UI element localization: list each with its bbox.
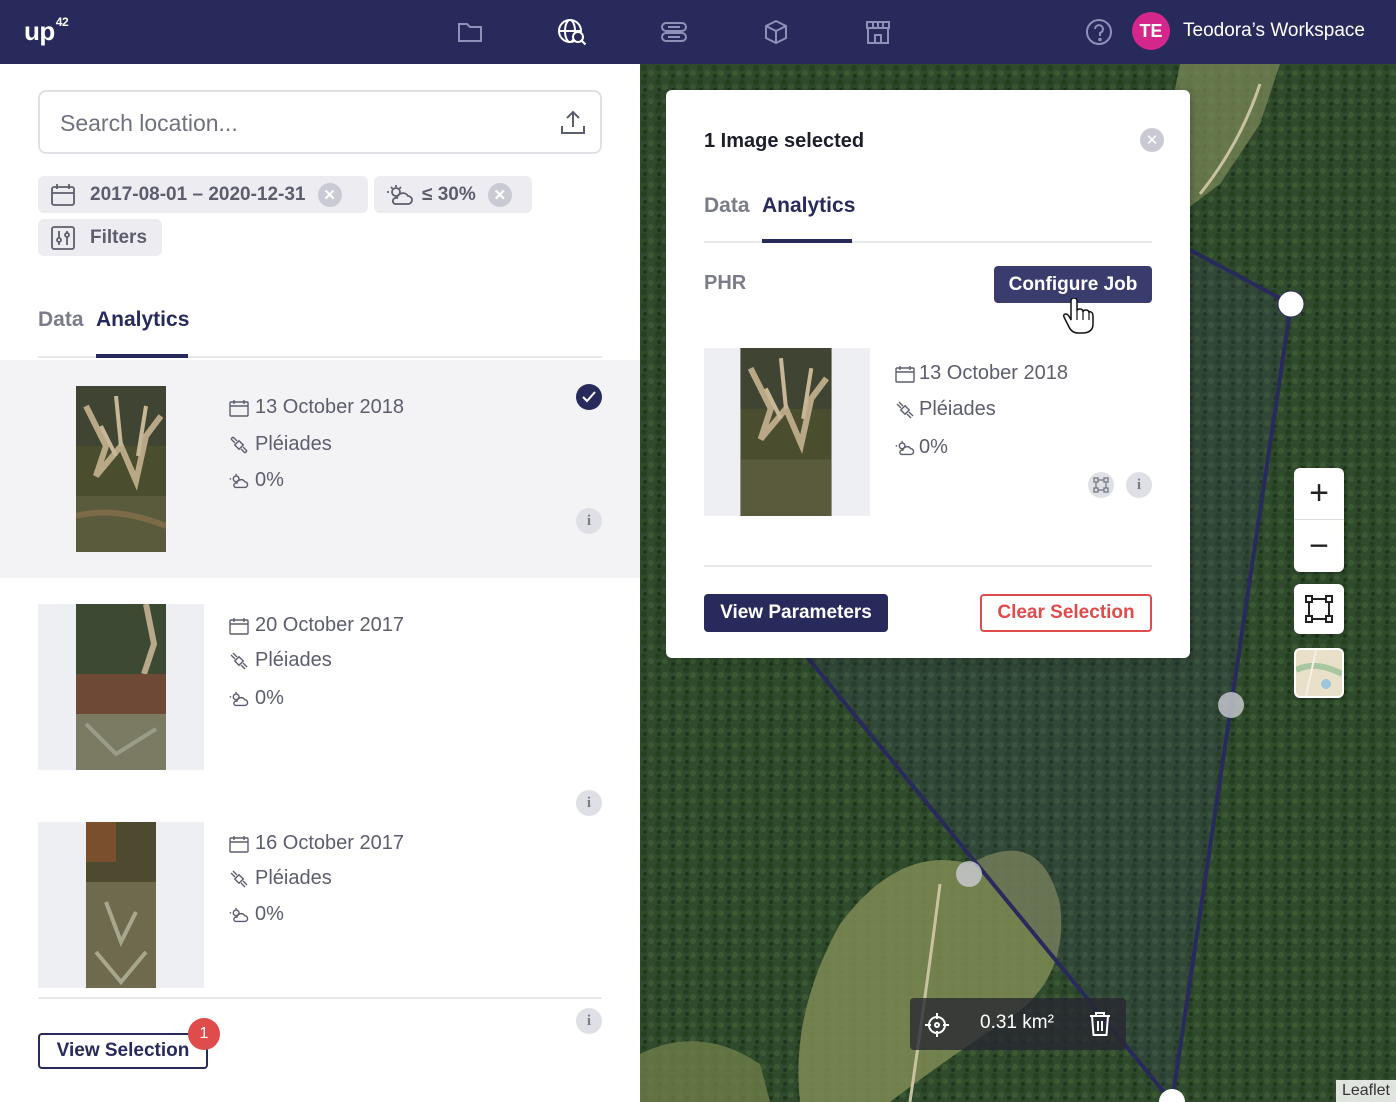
help-icon[interactable]: [1084, 17, 1114, 47]
folder-icon[interactable]: [454, 16, 486, 48]
popup-tab-analytics[interactable]: Analytics: [762, 194, 855, 218]
result-card[interactable]: 16 October 2017 Pléiades 0% i: [0, 796, 640, 1034]
date-range-value: 2017-08-01 – 2020-12-31: [90, 183, 306, 205]
top-navigation: up42 TE Teodora’s Workspace: [0, 0, 1396, 64]
draw-rectangle-icon[interactable]: [1294, 584, 1344, 634]
image-cloud-cover: 0%: [229, 903, 284, 926]
popup-title: 1 Image selected: [704, 130, 865, 152]
image-date: 16 October 2017: [229, 832, 404, 855]
search-input[interactable]: [60, 106, 540, 140]
crosshair-icon[interactable]: [924, 1012, 950, 1044]
up42-logo[interactable]: up42: [24, 15, 69, 47]
search-box: [38, 90, 602, 154]
calendar-icon: [229, 399, 249, 417]
date-range-chip[interactable]: 2017-08-01 – 2020-12-31 ✕: [38, 176, 368, 213]
image-sensor: Pléiades: [229, 867, 332, 890]
popup-tab-data[interactable]: Data: [704, 194, 750, 218]
sliders-icon: [51, 225, 75, 250]
selected-check-icon[interactable]: [576, 384, 602, 410]
image-thumbnail: [38, 822, 204, 988]
zoom-in-button[interactable]: +: [1294, 468, 1344, 520]
result-tabs: Data Analytics: [38, 304, 602, 358]
filters-button[interactable]: Filters: [38, 219, 162, 256]
cloud-sun-icon: [229, 907, 249, 922]
cloud-sun-icon: [229, 691, 249, 706]
satellite-icon: [230, 436, 248, 453]
zoom-control: + −: [1294, 468, 1344, 572]
active-tab-indicator: [96, 354, 188, 358]
cloud-cover-value: ≤ 30%: [422, 183, 476, 205]
image-sensor: Pléiades: [229, 433, 332, 456]
active-tab-indicator: [762, 239, 852, 243]
popup-image-sensor: Pléiades: [895, 398, 996, 421]
tab-analytics[interactable]: Analytics: [96, 308, 189, 332]
selection-count-badge: 1: [188, 1018, 220, 1050]
basemap-toggle-icon[interactable]: [1294, 648, 1344, 698]
satellite-icon: [230, 870, 248, 887]
globe-search-icon[interactable]: [556, 16, 588, 48]
popup-image-thumbnail: [704, 348, 870, 516]
image-date: 20 October 2017: [229, 614, 404, 637]
divider: [704, 565, 1152, 567]
product-label: PHR: [704, 272, 747, 294]
clear-cloud-icon[interactable]: ✕: [487, 182, 512, 207]
filters-label: Filters: [90, 226, 148, 248]
storefront-icon[interactable]: [862, 16, 894, 48]
image-cloud-cover: 0%: [229, 469, 284, 492]
trash-icon[interactable]: [1088, 1011, 1112, 1043]
image-date: 13 October 2018: [229, 396, 404, 419]
calendar-icon: [229, 835, 249, 853]
tab-data[interactable]: Data: [38, 308, 84, 332]
info-icon[interactable]: i: [576, 508, 602, 534]
server-icon[interactable]: [658, 16, 690, 48]
clear-date-icon[interactable]: ✕: [317, 182, 342, 207]
satellite-icon: [896, 401, 914, 418]
image-sensor: Pléiades: [229, 649, 332, 672]
divider: [38, 997, 602, 999]
upload-icon[interactable]: [558, 108, 588, 138]
popup-tabs: Data Analytics: [704, 190, 1152, 243]
view-selection-button[interactable]: View Selection: [38, 1033, 208, 1069]
calendar-icon: [51, 183, 75, 206]
info-icon[interactable]: i: [576, 1008, 602, 1034]
cloud-sun-icon: [895, 440, 915, 455]
cloud-cover-chip[interactable]: ≤ 30% ✕: [374, 176, 532, 213]
popup-image-cloud-cover: 0%: [895, 436, 948, 459]
footprint-icon[interactable]: [1088, 472, 1114, 498]
area-value: 0.31 km²: [980, 1012, 1054, 1033]
map-attribution[interactable]: Leaflet: [1335, 1080, 1396, 1102]
result-card[interactable]: 20 October 2017 Pléiades 0% i: [0, 578, 640, 816]
view-parameters-button[interactable]: View Parameters: [704, 594, 888, 632]
cloud-sun-icon: [387, 184, 413, 205]
catalog-panel: 2017-08-01 – 2020-12-31 ✕ ≤ 30% ✕ Filter…: [0, 64, 640, 1102]
calendar-icon: [895, 365, 915, 383]
popup-image-date: 13 October 2018: [895, 362, 1068, 385]
zoom-out-button[interactable]: −: [1294, 520, 1344, 572]
clear-selection-button[interactable]: Clear Selection: [980, 594, 1152, 632]
image-cloud-cover: 0%: [229, 687, 284, 710]
cloud-sun-icon: [229, 473, 249, 488]
hand-cursor-icon: [1063, 298, 1094, 334]
cube-icon[interactable]: [760, 16, 792, 48]
result-card[interactable]: 13 October 2018 Pléiades 0% i: [0, 360, 640, 578]
image-thumbnail: [38, 386, 204, 552]
satellite-icon: [230, 652, 248, 669]
image-thumbnail: [38, 604, 204, 770]
avatar[interactable]: TE: [1132, 12, 1170, 50]
calendar-icon: [229, 617, 249, 635]
close-icon[interactable]: ✕: [1140, 128, 1164, 152]
workspace-name[interactable]: Teodora’s Workspace: [1183, 20, 1365, 42]
area-toolbar: 0.31 km²: [910, 998, 1126, 1050]
selection-popup: 1 Image selected ✕ Data Analytics PHR Co…: [666, 90, 1190, 658]
info-icon[interactable]: i: [1126, 472, 1152, 498]
